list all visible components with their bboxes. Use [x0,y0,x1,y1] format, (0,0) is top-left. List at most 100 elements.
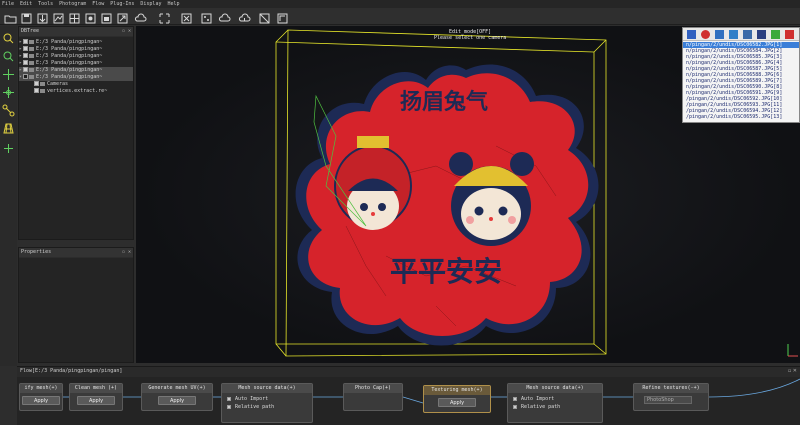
tree-row[interactable]: Cameras [19,81,133,88]
properties-title: Properties ▫ ✕ [19,248,133,257]
apply-button[interactable]: Apply [77,396,115,405]
flow-node-mesh-source-2[interactable]: Mesh source data(+) Auto Import Relative… [507,383,603,423]
record-icon[interactable] [701,30,710,39]
menu-file[interactable]: File [2,0,14,8]
grid-icon[interactable] [68,10,81,24]
tree-row[interactable]: ▸ E:/3 Panda/pingpingan~ [19,39,133,46]
flow-node-refine-textures[interactable]: Refine textures(-+) PhotoShop [633,383,709,411]
camera-list-toolbar [683,28,799,41]
visibility-checkbox[interactable] [23,67,29,72]
panel-float-close-icon[interactable]: ▫ ✕ [122,248,131,257]
cloud-upload-icon[interactable] [238,10,251,23]
apply-button[interactable]: Apply [438,398,476,407]
tree-row-label: E:/3 Panda/pingpingan~ [36,53,103,59]
flow-canvas[interactable]: ify mesh(+) Apply Clean mesh (+) Apply G… [17,377,800,425]
relative-path-checkbox[interactable] [513,404,517,409]
panel-float-close-icon[interactable]: ▫ ✕ [788,368,797,374]
visibility-checkbox[interactable] [34,81,39,86]
photoshop-select[interactable]: PhotoShop [644,396,692,404]
camera-item[interactable]: /pingan/2/undis/DSC06595.JPG[13] [683,114,799,120]
tree-row[interactable]: ▸ E:/3 Panda/pingpingan~ [19,46,133,53]
flow-node-texturing-mesh[interactable]: Texturing mesh(+) Apply [423,385,491,413]
save-icon[interactable] [715,30,724,39]
mesh-file-icon [29,67,35,72]
tree-row[interactable]: ▸ E:/3 Panda/pingpingan~ [19,53,133,60]
menu-help[interactable]: Help [167,0,179,8]
cloud-sync-icon[interactable] [218,10,231,23]
properties-panel: Properties ▫ ✕ [18,247,134,363]
dbtree-panel: DBTree ▫ ✕ ▸ E:/3 Panda/pingpingan~ ▸ E:/3 … [18,26,134,240]
tree-row[interactable]: ▸ E:/3 Panda/pingpingan~ [19,60,133,67]
auto-import-option[interactable]: Auto Import [226,396,268,402]
apply-button[interactable]: Apply [22,396,60,405]
expand-icon[interactable] [158,10,171,24]
tree-row-label: E:/3 Panda/pingpingan~ [36,67,103,73]
camera-icon[interactable] [100,10,113,24]
node-title: Refine textures(-+) [634,384,708,393]
tree-row-selected[interactable]: ▸ E:/3 Panda/pingpingan~ [19,67,133,74]
close-icon[interactable] [785,30,794,39]
settings-icon[interactable] [84,10,97,24]
visibility-checkbox[interactable] [34,88,39,93]
grid-mesh-icon[interactable] [2,120,15,134]
tree-row-label: E:/3 Panda/pingpingan~ [36,46,103,52]
properties-body [19,258,133,362]
point-cloud-icon[interactable] [200,10,213,24]
visibility-checkbox[interactable] [23,39,29,44]
flow-node-mesh-source[interactable]: Mesh source data(+) Auto Import Relative… [221,383,313,423]
save-icon[interactable] [20,10,33,24]
menu-tools[interactable]: Tools [38,0,53,8]
auto-import-checkbox[interactable] [513,396,517,401]
menu-photogram[interactable]: Photogram [59,0,86,8]
node-title: Photo Cap(+) [344,384,402,393]
relative-path-option[interactable]: Relative path [512,404,560,410]
flow-node-generate-uv[interactable]: Generate mesh UV(+) Apply [141,383,213,411]
move-icon[interactable] [2,66,15,80]
tree-row[interactable]: vertices.extract.re~ [19,88,133,95]
camera-list-panel: n/pingan/2/undis/DSC06582.JPG[1] n/pinga… [682,27,800,123]
app-window: File Edit Tools Photogram Flow Plug-Ins … [0,0,800,425]
crosshair-icon[interactable] [2,84,15,98]
visibility-checkbox[interactable] [23,74,29,79]
flow-node-simplify-mesh[interactable]: ify mesh(+) Apply [19,383,63,411]
fit-view-icon[interactable] [180,10,193,24]
option-label: Auto Import [521,396,555,402]
mesh-file-icon [29,74,35,79]
flow-node-photo-cap[interactable]: Photo Cap(+) [343,383,403,411]
relative-path-option[interactable]: Relative path [226,404,274,410]
camera-hint: Please select one camera [434,35,507,41]
menu-edit[interactable]: Edit [20,0,32,8]
relative-path-checkbox[interactable] [227,404,231,409]
bookmark-icon[interactable] [757,30,766,39]
visibility-checkbox[interactable] [23,46,29,51]
export-icon[interactable] [116,10,129,24]
mesh-file-icon [29,60,35,65]
nodes-icon[interactable] [2,102,15,117]
image-icon[interactable] [743,30,752,39]
import-icon[interactable] [36,10,49,24]
menu-plugins[interactable]: Plug-Ins [110,0,134,8]
check-icon[interactable] [771,30,780,39]
snap-icon[interactable] [2,140,15,153]
visibility-checkbox[interactable] [23,60,29,65]
apply-button[interactable]: Apply [158,396,196,405]
auto-import-option[interactable]: Auto Import [512,396,554,402]
panel-float-close-icon[interactable]: ▫ ✕ [122,27,131,36]
layers-icon[interactable] [52,10,65,24]
zoom-icon[interactable] [2,48,15,62]
mesh-icon[interactable] [258,10,271,24]
visibility-checkbox[interactable] [23,53,29,58]
refresh-icon[interactable] [729,30,738,39]
tree-row-label: E:/3 Panda/pingpingan~ [36,39,103,45]
pause-icon[interactable] [687,30,696,39]
menu-display[interactable]: Display [140,0,161,8]
flow-node-clean-mesh[interactable]: Clean mesh (+) Apply [69,383,123,411]
cloud-icon[interactable] [134,10,147,23]
menu-flow[interactable]: Flow [92,0,104,8]
auto-import-checkbox[interactable] [227,396,231,401]
tree-row-selected[interactable]: ▾ E:/3 Panda/pingpingan~ [19,74,133,81]
patch-top-text: 扬眉兔气 [400,89,488,115]
search-icon[interactable] [2,30,15,44]
texture-icon[interactable] [276,10,289,24]
open-folder-icon[interactable] [4,10,17,24]
